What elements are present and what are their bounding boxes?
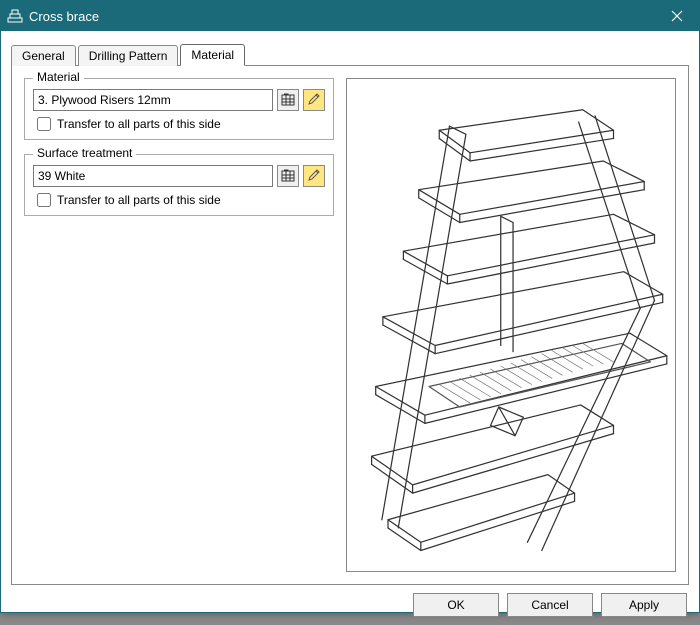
surface-transfer-checkbox[interactable]: Transfer to all parts of this side [33, 193, 325, 207]
material-browse-button[interactable] [277, 89, 299, 111]
surface-transfer-input[interactable] [37, 193, 51, 207]
material-edit-button[interactable] [303, 89, 325, 111]
dialog-buttons: OK Cancel Apply [11, 585, 689, 619]
tab-body-material: Material [11, 65, 689, 585]
surface-browse-button[interactable] [277, 165, 299, 187]
dialog-window: Cross brace General Drilling Pattern Mat… [0, 0, 700, 613]
ok-button[interactable]: OK [413, 593, 499, 617]
apply-button[interactable]: Apply [601, 593, 687, 617]
tab-general[interactable]: General [11, 45, 76, 66]
surface-legend: Surface treatment [33, 146, 136, 160]
grid-icon [281, 168, 295, 185]
tab-material[interactable]: Material [180, 44, 245, 66]
surface-group: Surface treatment [24, 154, 334, 216]
pencil-icon [307, 168, 321, 185]
app-icon [7, 8, 23, 24]
material-legend: Material [33, 70, 84, 84]
tabstrip: General Drilling Pattern Material [11, 41, 689, 65]
window-title: Cross brace [29, 9, 655, 24]
close-button[interactable] [655, 1, 699, 31]
surface-edit-button[interactable] [303, 165, 325, 187]
client-area: General Drilling Pattern Material Materi… [1, 31, 699, 625]
preview-panel [346, 78, 676, 572]
material-group: Material [24, 78, 334, 140]
left-column: Material [24, 78, 334, 572]
pencil-icon [307, 92, 321, 109]
cancel-button[interactable]: Cancel [507, 593, 593, 617]
surface-input[interactable] [33, 165, 273, 187]
grid-icon [281, 92, 295, 109]
material-transfer-input[interactable] [37, 117, 51, 131]
material-input[interactable] [33, 89, 273, 111]
tab-drilling-pattern[interactable]: Drilling Pattern [78, 45, 179, 66]
material-transfer-checkbox[interactable]: Transfer to all parts of this side [33, 117, 325, 131]
material-transfer-label: Transfer to all parts of this side [57, 117, 221, 131]
surface-transfer-label: Transfer to all parts of this side [57, 193, 221, 207]
titlebar: Cross brace [1, 1, 699, 31]
stair-preview-image [347, 79, 675, 571]
